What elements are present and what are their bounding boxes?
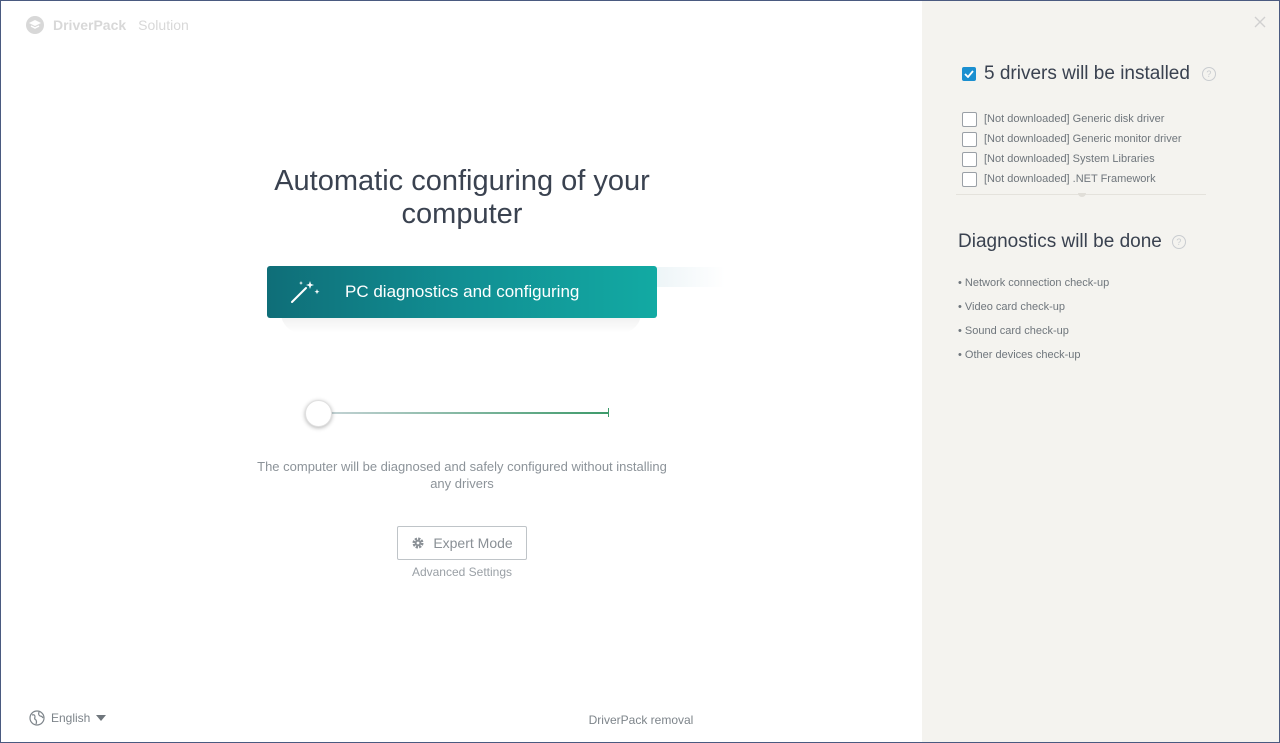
driver-item[interactable]: [Not downloaded] .NET Framework — [962, 169, 1181, 189]
driver-item[interactable]: [Not downloaded] Generic disk driver — [962, 109, 1181, 129]
diagnostics-item: • Other devices check-up — [958, 349, 1081, 361]
brand-sub: Solution — [138, 17, 189, 33]
pc-diagnostics-label: PC diagnostics and configuring — [345, 282, 580, 301]
slider-track[interactable] — [319, 412, 609, 414]
driver-checkbox[interactable] — [962, 111, 977, 127]
diagnostics-item: • Sound card check-up — [958, 325, 1069, 337]
help-icon[interactable]: ? — [1171, 235, 1186, 249]
globe-icon — [29, 710, 45, 726]
gear-icon — [412, 537, 424, 549]
language-selector[interactable]: English — [29, 710, 107, 726]
brand-name: DriverPack — [53, 17, 127, 33]
close-icon[interactable] — [1251, 13, 1269, 31]
main-panel: DriverPack Solution Automatic configuring… — [1, 1, 922, 742]
driver-checkbox[interactable] — [962, 151, 977, 167]
help-icon[interactable]: ? — [1201, 67, 1216, 81]
language-label: English — [51, 711, 91, 725]
driverpack-logo-icon — [26, 16, 44, 34]
caret-down-icon — [96, 715, 107, 721]
driver-checkbox[interactable] — [962, 171, 977, 187]
app-window: DriverPack Solution Automatic configuring… — [0, 0, 1280, 743]
expert-mode-button[interactable]: Expert Mode — [397, 526, 527, 560]
driver-label: [Not downloaded] Generic disk driver — [984, 113, 1165, 125]
driver-item[interactable]: [Not downloaded] Generic monitor driver — [962, 129, 1181, 149]
mode-slider[interactable] — [305, 400, 611, 428]
page-title: Automatic configuring of your computer — [274, 165, 650, 230]
slider-knob[interactable] — [305, 400, 332, 427]
cta-ghost — [657, 267, 725, 287]
drivers-select-all-checkbox[interactable] — [962, 67, 976, 81]
diagnostics-list: • Network connection check-up • Video ca… — [958, 277, 1109, 373]
driverpack-removal-link[interactable]: DriverPack removal — [541, 713, 741, 727]
diagnostics-heading-text: Diagnostics will be done — [958, 231, 1162, 252]
drivers-list: [Not downloaded] Generic disk driver [No… — [962, 109, 1181, 189]
diagnostics-item: • Network connection check-up — [958, 277, 1110, 289]
driver-label: [Not downloaded] System Libraries — [984, 153, 1155, 165]
driver-item[interactable]: [Not downloaded] System Libraries — [962, 149, 1181, 169]
slider-end-tick — [608, 408, 609, 417]
drivers-heading: 5 drivers will be installed ? — [962, 63, 1216, 85]
diagnostics-heading: Diagnostics will be done ? — [958, 231, 1186, 253]
app-logo: DriverPack Solution — [25, 15, 189, 35]
magic-wand-icon — [277, 266, 333, 318]
diagnostics-item: • Video card check-up — [958, 301, 1065, 313]
drivers-heading-text: 5 drivers will be installed — [984, 63, 1190, 84]
pc-diagnostics-button[interactable]: PC diagnostics and configuring — [267, 266, 657, 318]
driver-label: [Not downloaded] .NET Framework — [984, 173, 1156, 185]
driver-checkbox[interactable] — [962, 131, 977, 147]
mode-description: The computer will be diagnosed and safel… — [257, 459, 667, 491]
advanced-settings-link[interactable]: Advanced Settings — [362, 565, 562, 579]
checkmark-icon — [964, 70, 974, 78]
expert-mode-label: Expert Mode — [433, 535, 513, 551]
driver-label: [Not downloaded] Generic monitor driver — [984, 133, 1182, 145]
